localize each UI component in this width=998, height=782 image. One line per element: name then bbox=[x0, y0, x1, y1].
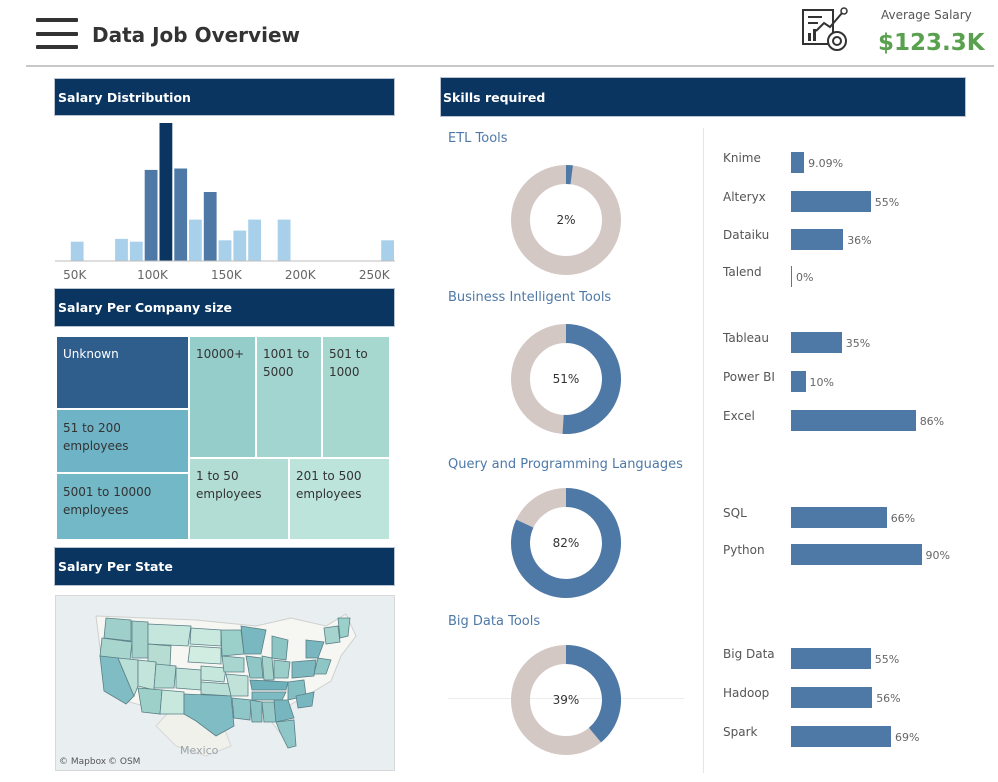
histogram-x-tick: 50K bbox=[63, 268, 87, 282]
skill-bar-value: 10% bbox=[809, 376, 834, 389]
skill-bar[interactable] bbox=[791, 371, 806, 392]
skill-bar[interactable] bbox=[791, 544, 922, 565]
histogram-bar[interactable] bbox=[277, 219, 291, 261]
histogram-bar[interactable] bbox=[381, 240, 394, 261]
average-salary-label: Average Salary bbox=[881, 8, 972, 22]
skill-title-etl: ETL Tools bbox=[448, 131, 508, 146]
skill-bar[interactable] bbox=[791, 266, 792, 287]
treemap-cell-1001-5000[interactable]: 1001 to 5000 bbox=[256, 336, 322, 458]
skill-bar-value: 36% bbox=[847, 234, 872, 247]
skills-bar-chart[interactable]: Knime 9.09% Alteryx 55% Dataiku 36% Talend 0% Ta… bbox=[704, 120, 998, 780]
treemap-cell-unknown[interactable]: Unknown bbox=[56, 336, 189, 409]
skill-bar[interactable] bbox=[791, 507, 887, 528]
histogram-bar[interactable] bbox=[115, 238, 128, 261]
skills-required-header: Skills required bbox=[441, 78, 965, 116]
skill-bar[interactable] bbox=[791, 191, 871, 212]
treemap-cell-501-1000[interactable]: 501 to 1000 bbox=[322, 336, 390, 458]
histogram-bar[interactable] bbox=[144, 169, 158, 261]
skill-bar[interactable] bbox=[791, 726, 892, 747]
treemap-cell-51-200[interactable]: 51 to 200 employees bbox=[56, 409, 189, 473]
treemap-cell-5001-10000[interactable]: 5001 to 10000 employees bbox=[56, 473, 189, 540]
salary-distribution-header: Salary Distribution bbox=[55, 79, 394, 115]
histogram-bar[interactable] bbox=[174, 168, 188, 262]
salary-state-header: Salary Per State bbox=[55, 548, 394, 585]
skill-bar[interactable] bbox=[791, 687, 873, 708]
histogram-bar[interactable] bbox=[203, 192, 217, 261]
histogram-bar[interactable] bbox=[248, 219, 261, 261]
histogram-x-tick: 100K bbox=[137, 268, 168, 282]
treemap-cell-10000-plus[interactable]: 10000+ bbox=[189, 336, 256, 458]
skill-bar-category: Power BI bbox=[723, 370, 775, 384]
skill-bar-value: 55% bbox=[874, 653, 900, 666]
skill-bar-value: 69% bbox=[895, 731, 920, 744]
page-title: Data Job Overview bbox=[92, 23, 300, 47]
skill-bar-value: 56% bbox=[876, 692, 901, 705]
map-credit-osm[interactable]: © OSM bbox=[108, 757, 140, 767]
salary-state-map[interactable]: Mexico © Mapbox © OSM bbox=[55, 595, 395, 771]
skill-bar-category: Excel bbox=[723, 409, 755, 423]
skill-bar-value: 86% bbox=[919, 415, 945, 428]
donut-center-label: 82% bbox=[553, 536, 580, 550]
analytics-report-icon bbox=[800, 5, 852, 55]
skill-bar-category: Hadoop bbox=[723, 686, 770, 700]
skill-bar-value: 90% bbox=[925, 549, 950, 562]
skill-bar-value: 66% bbox=[890, 512, 916, 525]
skill-bar[interactable] bbox=[791, 410, 916, 431]
skill-bar-category: Tableau bbox=[723, 331, 769, 345]
histogram-bar[interactable] bbox=[159, 123, 173, 261]
map-credit-mapbox[interactable]: © Mapbox bbox=[59, 757, 106, 767]
skill-bar-category: Talend bbox=[723, 265, 762, 279]
header-divider bbox=[26, 65, 994, 67]
salary-company-size-header: Salary Per Company size bbox=[55, 289, 394, 326]
histogram-x-tick: 250K bbox=[358, 268, 390, 282]
skill-bar-category: Alteryx bbox=[723, 190, 766, 204]
skill-bar-category: Spark bbox=[723, 725, 758, 739]
skill-bar[interactable] bbox=[791, 332, 842, 353]
skill-bar[interactable] bbox=[791, 152, 805, 173]
histogram-bar[interactable] bbox=[70, 241, 84, 261]
skill-bar-value: 0% bbox=[796, 271, 814, 284]
histogram-bar[interactable] bbox=[189, 219, 202, 261]
skill-bar[interactable] bbox=[791, 229, 844, 250]
skill-bar-value: 9.09% bbox=[808, 157, 844, 170]
company-size-treemap: Unknown 51 to 200 employees 5001 to 1000… bbox=[56, 336, 390, 540]
skill-bar-category: Big Data bbox=[723, 647, 775, 661]
treemap-cell-1-50[interactable]: 1 to 50 employees bbox=[189, 458, 289, 540]
treemap-cell-201-500[interactable]: 201 to 500 employees bbox=[289, 458, 390, 540]
donut-center-label: 39% bbox=[553, 693, 580, 707]
salary-histogram[interactable] bbox=[55, 118, 395, 266]
histogram-x-tick: 200K bbox=[284, 268, 316, 282]
histogram-x-tick: 150K bbox=[211, 268, 242, 282]
skill-bar-value: 35% bbox=[845, 337, 871, 350]
histogram-x-axis: 50K 100K 150K 200K 250K bbox=[55, 268, 395, 284]
histogram-bar[interactable] bbox=[233, 230, 247, 261]
skill-bar-category: Dataiku bbox=[723, 228, 770, 242]
skill-bar-category: Python bbox=[723, 543, 765, 557]
donut-center-label: 2% bbox=[556, 213, 575, 227]
map-country-label: Mexico bbox=[180, 744, 219, 757]
histogram-bar[interactable] bbox=[129, 241, 143, 261]
skill-bar-category: Knime bbox=[723, 151, 761, 165]
skill-bar[interactable] bbox=[791, 648, 871, 669]
skills-donut-charts[interactable]: 2% 51% 82% 39% bbox=[500, 155, 635, 765]
skill-bar-category: SQL bbox=[723, 506, 747, 520]
average-salary-value: $123.3K bbox=[878, 30, 985, 56]
donut-center-label: 51% bbox=[553, 372, 580, 386]
hamburger-menu-icon[interactable] bbox=[36, 18, 78, 50]
histogram-bar[interactable] bbox=[218, 240, 232, 261]
skill-bar-value: 55% bbox=[874, 196, 900, 209]
